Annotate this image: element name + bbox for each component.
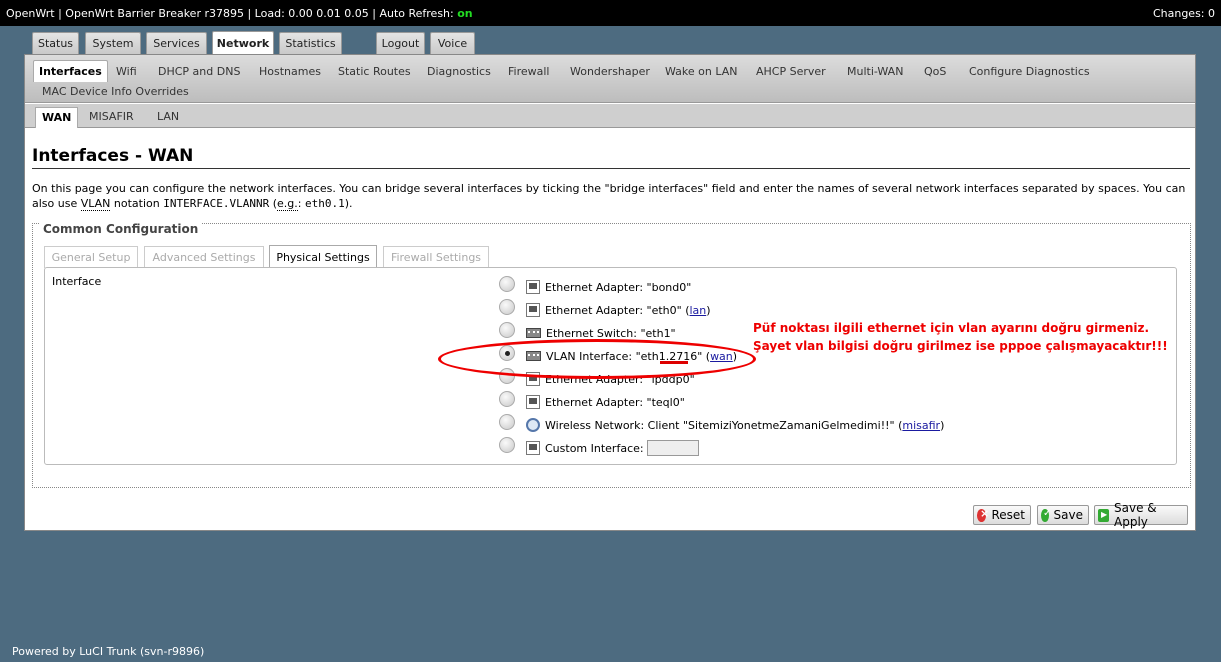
annotation-ellipse [438,339,756,379]
submenu-firewall[interactable]: Firewall [508,65,549,78]
radio-teql0[interactable] [499,391,515,407]
checkmark-icon [1041,508,1051,522]
option-label: Custom Interface: [545,441,644,455]
reset-label: Reset [991,508,1025,522]
annotation-line-1: Püf noktası ilgili ethernet için vlan ay… [753,321,1150,335]
interface-option-wireless[interactable]: Wireless Network: Client "SitemiziYonetm… [499,414,944,435]
submenu-mac-device-info[interactable]: MAC Device Info Overrides [42,85,189,98]
ethernet-icon [526,280,540,294]
top-header-bar: OpenWrt | OpenWrt Barrier Breaker r37895… [0,0,1221,26]
ethernet-icon [526,441,540,455]
reset-icon [977,507,990,522]
interface-option-custom[interactable]: Custom Interface: [499,437,699,458]
interface-option-eth0[interactable]: Ethernet Adapter: "eth0" (lan) [499,299,711,320]
submenu-hostnames[interactable]: Hostnames [259,65,321,78]
submenu-diagnostics[interactable]: Diagnostics [427,65,491,78]
tab-system[interactable]: System [85,32,141,54]
network-link-lan[interactable]: lan [690,304,707,317]
submenu-dhcp-dns[interactable]: DHCP and DNS [158,65,240,78]
desc-text-2: notation [113,197,160,210]
header-title-text: OpenWrt | OpenWrt Barrier Breaker r37895… [6,6,454,20]
tab-statistics[interactable]: Statistics [279,32,342,54]
submenu-interfaces[interactable]: Interfaces [33,60,108,82]
save-apply-button[interactable]: Save & Apply [1094,501,1188,529]
option-label: Ethernet Adapter: "eth0" ( [545,303,690,317]
submenu-multi-wan[interactable]: Multi-WAN [847,65,903,78]
radio-bond0[interactable] [499,276,515,292]
radio-eth0[interactable] [499,299,515,315]
desc-text-4: : [297,197,302,210]
reset-button[interactable]: Reset [973,505,1031,525]
interface-tabs: WAN MISAFIR LAN [25,104,1195,128]
switch-icon [526,328,541,338]
desc-example: eth0.1 [304,197,345,210]
radio-wireless[interactable] [499,414,515,430]
option-label: Wireless Network: Client "SitemiziYonetm… [545,418,903,432]
tab-firewall-settings[interactable]: Firewall Settings [383,246,489,268]
submenu-wondershaper[interactable]: Wondershaper [570,65,650,78]
option-label: Ethernet Adapter: "bond0" [545,280,692,294]
interface-field-label: Interface [52,275,102,288]
save-button[interactable]: Save [1037,505,1089,525]
auto-refresh-toggle[interactable]: on [457,7,472,20]
desc-vlan-abbr: VLAN [80,197,111,211]
submenu-qos[interactable]: QoS [924,65,946,78]
save-label: Save [1053,508,1083,522]
tab-general-setup[interactable]: General Setup [44,246,138,268]
section-legend: Common Configuration [40,222,202,236]
submenu-configure-diagnostics[interactable]: Configure Diagnostics [969,65,1090,78]
page-title: Interfaces - WAN [32,146,1190,169]
tab-lan[interactable]: LAN [157,110,179,123]
desc-eg-abbr: e.g. [277,197,298,211]
tab-status[interactable]: Status [32,32,79,54]
annotation-text: Püf noktası ilgili ethernet için vlan ay… [753,319,1168,355]
tab-services[interactable]: Services [146,32,207,54]
network-submenu: Interfaces Wifi DHCP and DNS Hostnames S… [25,55,1195,103]
network-link-misafir[interactable]: misafir [902,419,940,432]
page-description: On this page you can configure the netwo… [32,181,1192,211]
footer-text: Powered by LuCI Trunk (svn-r9896) [12,645,205,658]
option-label: Ethernet Switch: "eth1" [546,326,676,340]
submenu-wake-on-lan[interactable]: Wake on LAN [665,65,738,78]
tab-misafir[interactable]: MISAFIR [89,110,134,123]
tab-wan[interactable]: WAN [35,107,79,128]
custom-interface-input[interactable] [646,440,699,456]
interface-option-bond0[interactable]: Ethernet Adapter: "bond0" [499,276,692,297]
option-label: Ethernet Adapter: "teql0" [545,395,685,409]
save-apply-label: Save & Apply [1114,501,1157,529]
ethernet-icon [526,303,540,317]
tab-voice[interactable]: Voice [430,32,475,54]
tab-logout[interactable]: Logout [376,32,425,54]
desc-text-5: ). [344,197,353,210]
submenu-ahcp-server[interactable]: AHCP Server [756,65,826,78]
tab-network[interactable]: Network [212,31,274,55]
desc-code: INTERFACE.VLANNR [163,197,270,210]
ethernet-icon [526,395,540,409]
radio-custom[interactable] [499,437,515,453]
changes-counter[interactable]: Changes: 0 [1153,7,1215,20]
annotation-line-2: Şayet vlan bilgisi doğru girilmez ise pp… [753,339,1168,353]
wifi-icon [526,418,540,432]
tab-physical-settings[interactable]: Physical Settings [269,245,377,268]
apply-icon [1098,508,1109,522]
interface-option-teql0[interactable]: Ethernet Adapter: "teql0" [499,391,685,412]
main-container: Interfaces Wifi DHCP and DNS Hostnames S… [24,54,1196,531]
tab-advanced-settings[interactable]: Advanced Settings [144,246,264,268]
radio-eth1[interactable] [499,322,515,338]
header-title: OpenWrt | OpenWrt Barrier Breaker r37895… [6,7,473,20]
submenu-wifi[interactable]: Wifi [116,65,137,78]
submenu-static-routes[interactable]: Static Routes [338,65,411,78]
